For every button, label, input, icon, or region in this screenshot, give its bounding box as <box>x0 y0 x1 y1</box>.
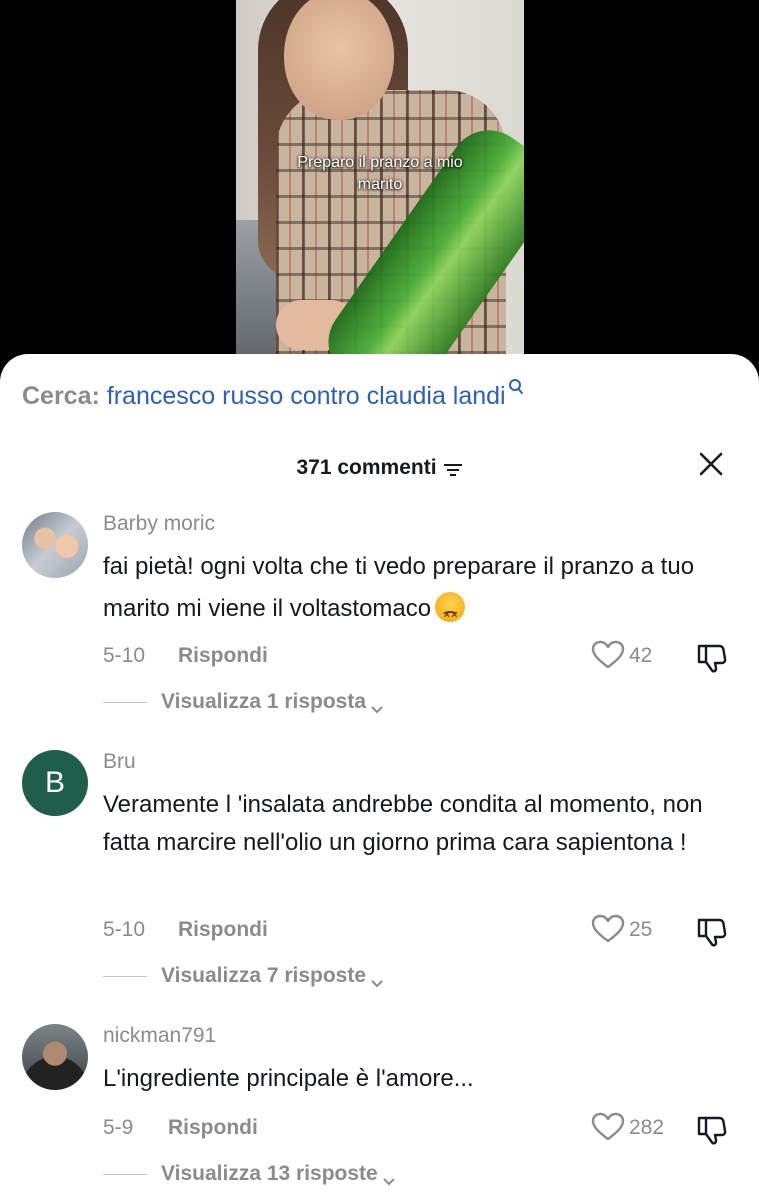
video-caption: Preparo il pranzo a mio marito <box>297 154 463 193</box>
reply-button[interactable]: Rispondi <box>178 644 268 668</box>
avatar[interactable] <box>22 512 88 578</box>
thumbs-down-icon[interactable] <box>695 914 729 948</box>
search-icon[interactable] <box>508 374 524 394</box>
view-replies-button[interactable]: Visualizza 7 risposte <box>103 964 384 988</box>
view-replies-label: Visualizza 7 risposte <box>161 964 367 987</box>
like-count: 282 <box>629 1116 665 1139</box>
comment-username[interactable]: Barby moric <box>103 512 215 536</box>
thumbs-down-icon[interactable] <box>695 1112 729 1146</box>
view-replies-button[interactable]: Visualizza 13 risposte <box>103 1162 396 1186</box>
comment-meta: 5-10 Rispondi 42 <box>103 640 743 674</box>
search-query-link[interactable]: francesco russo contro claudia landi <box>107 382 506 410</box>
sort-icon[interactable] <box>443 460 463 477</box>
close-icon[interactable] <box>697 450 725 478</box>
like-count: 42 <box>629 644 653 667</box>
heart-icon[interactable] <box>591 640 625 670</box>
comment-body: fai pietà! ogni volta che ti vedo prepar… <box>103 553 695 622</box>
comment-text: fai pietà! ogni volta che ti vedo prepar… <box>103 548 743 634</box>
comment-date: 5-10 <box>103 918 146 941</box>
avatar[interactable]: B <box>22 750 88 816</box>
comment-meta: 5-10 Rispondi 25 <box>103 914 743 948</box>
video-player[interactable]: Preparo il pranzo a mio marito <box>0 0 759 372</box>
view-replies-button[interactable]: Visualizza 1 risposta <box>103 690 384 714</box>
comment-count: 371 commenti <box>296 456 437 479</box>
search-suggestion[interactable]: Cerca: francesco russo contro claudia la… <box>22 379 524 411</box>
view-replies-label: Visualizza 13 risposte <box>161 1162 378 1185</box>
heart-icon[interactable] <box>591 1112 625 1142</box>
comment-meta: 5-9 Rispondi 282 <box>103 1112 743 1146</box>
heart-icon[interactable] <box>591 914 625 944</box>
comment-date: 5-9 <box>103 1116 134 1139</box>
comments-sheet: Cerca: francesco russo contro claudia la… <box>0 354 759 1200</box>
thumbs-down-icon[interactable] <box>695 640 729 674</box>
comments-header: 371 commenti <box>0 452 759 486</box>
search-prefix: Cerca: <box>22 382 100 410</box>
view-replies-label: Visualizza 1 risposta <box>161 690 367 713</box>
reply-button[interactable]: Rispondi <box>168 1116 258 1140</box>
reply-button[interactable]: Rispondi <box>178 918 268 942</box>
chevron-down-icon <box>370 697 384 714</box>
chevron-down-icon <box>382 1169 396 1186</box>
like-count: 25 <box>629 918 653 941</box>
comment-text: L'ingrediente principale è l'amore... <box>103 1065 474 1092</box>
chevron-down-icon <box>370 971 384 988</box>
comment-count-title[interactable]: 371 commenti <box>0 456 759 480</box>
comment-text: Veramente l 'insalata andrebbe condita a… <box>103 791 703 856</box>
confounded-face-emoji-icon <box>435 592 466 634</box>
avatar[interactable] <box>22 1024 88 1090</box>
comment-date: 5-10 <box>103 644 146 667</box>
comment-username[interactable]: nickman791 <box>103 1024 216 1048</box>
comment-username[interactable]: Bru <box>103 750 136 774</box>
